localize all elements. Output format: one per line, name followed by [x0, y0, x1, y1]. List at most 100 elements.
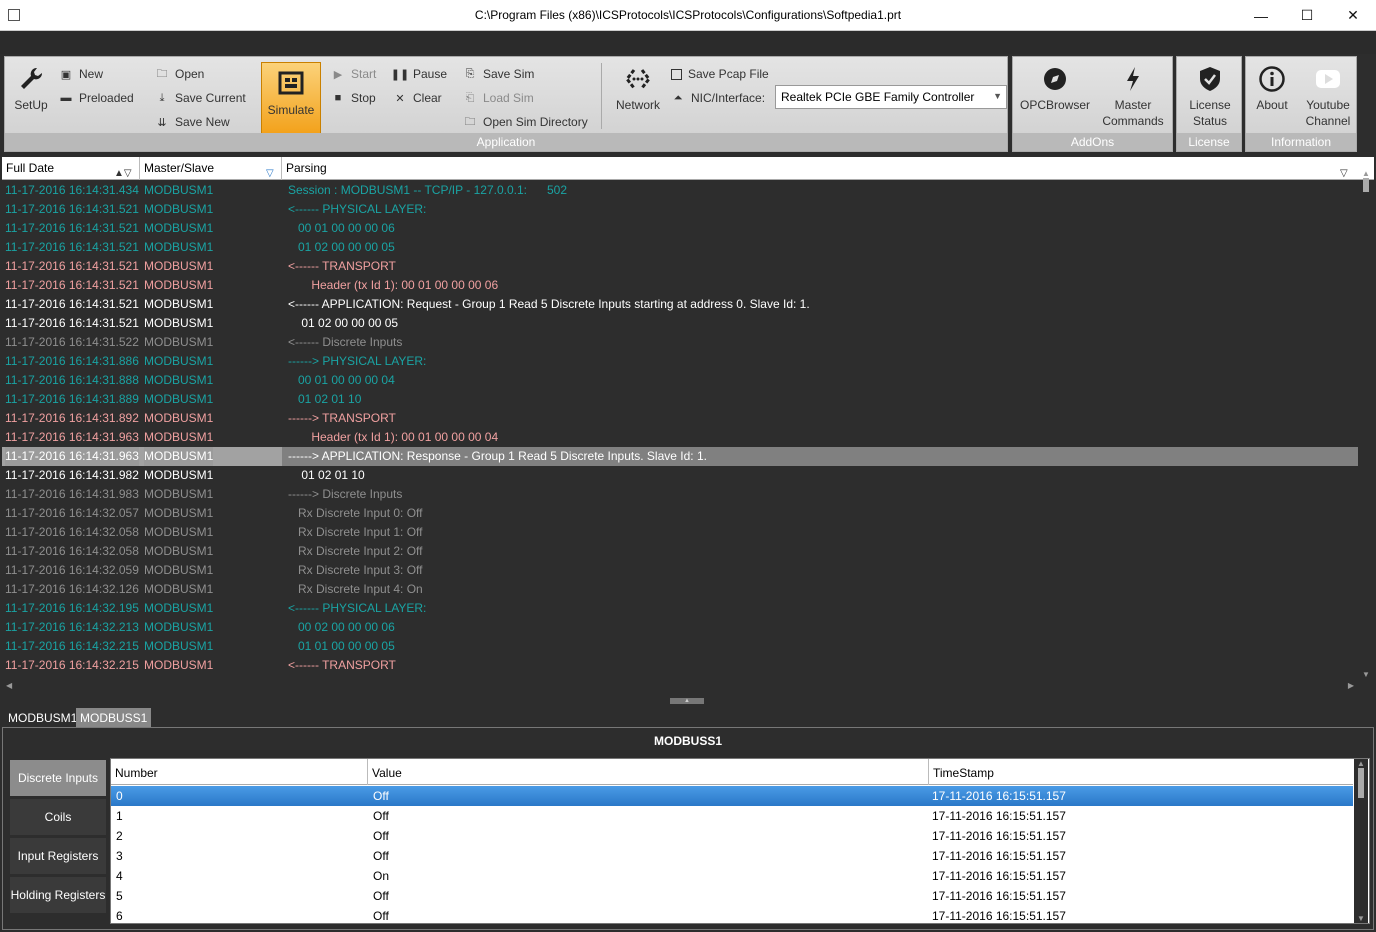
network-icon: [625, 69, 651, 89]
column-header-value[interactable]: Value: [368, 759, 929, 785]
register-row[interactable]: 0 Off 17-11-2016 16:15:51.157: [111, 786, 1353, 806]
simulate-button[interactable]: Simulate: [261, 62, 321, 134]
register-row[interactable]: 5 Off 17-11-2016 16:15:51.157: [111, 886, 1353, 906]
license-status-button[interactable]: License Status: [1181, 65, 1239, 129]
column-header-timestamp[interactable]: TimeStamp: [929, 759, 1353, 785]
save-sim-icon: ⎘: [465, 67, 475, 80]
scroll-left-icon[interactable]: ◀: [6, 681, 12, 690]
log-row[interactable]: 11-17-2016 16:14:31.963 MODBUSM1 ------> A…: [2, 447, 1358, 466]
new-button[interactable]: ▣ New: [59, 67, 103, 81]
log-row[interactable]: 11-17-2016 16:14:31.521 MODBUSM1 Header (…: [2, 276, 1358, 295]
setup-button[interactable]: SetUp: [11, 65, 51, 113]
maximize-button[interactable]: ☐: [1284, 0, 1330, 31]
open-sim-directory-label: Open Sim Directory: [483, 115, 588, 129]
scroll-down-icon[interactable]: ▼: [1354, 914, 1368, 923]
registers-table-header: Number Value TimeStamp: [111, 759, 1353, 785]
log-row[interactable]: 11-17-2016 16:14:31.892 MODBUSM1 ------> T…: [2, 409, 1358, 428]
column-header-parsing[interactable]: Parsing ▽: [282, 157, 1360, 180]
minimize-button[interactable]: —: [1238, 0, 1284, 31]
open-button[interactable]: 🗀 Open: [155, 67, 205, 81]
tab-modbuss1[interactable]: MODBUSS1: [76, 708, 152, 728]
register-row[interactable]: 3 Off 17-11-2016 16:15:51.157: [111, 846, 1353, 866]
log-row[interactable]: 11-17-2016 16:14:32.195 MODBUSM1 <------ P…: [2, 599, 1358, 618]
master-commands-button[interactable]: Master Commands: [1097, 65, 1169, 129]
panel-splitter[interactable]: ▲: [0, 694, 1376, 706]
log-row[interactable]: 11-17-2016 16:14:32.213 MODBUSM1 00 02 00…: [2, 618, 1358, 637]
register-row[interactable]: 2 Off 17-11-2016 16:15:51.157: [111, 826, 1353, 846]
log-master-slave-cell: MODBUSM1: [144, 447, 214, 466]
log-row[interactable]: 11-17-2016 16:14:31.521 MODBUSM1 01 02 00…: [2, 314, 1358, 333]
title-bar: C:\Program Files (x86)\ICSProtocols\ICSP…: [0, 0, 1376, 31]
side-tab-holding-registers[interactable]: Holding Registers: [10, 877, 106, 913]
nic-interface-select[interactable]: Realtek PCIe GBE Family Controller ▼: [775, 85, 1007, 109]
device-panel-title: MODBUSS1: [653, 734, 722, 748]
side-tab-discrete-inputs[interactable]: Discrete Inputs: [10, 760, 106, 796]
log-row[interactable]: 11-17-2016 16:14:31.521 MODBUSM1 <------ A…: [2, 295, 1358, 314]
log-row[interactable]: 11-17-2016 16:14:32.215 MODBUSM1 <------ T…: [2, 656, 1358, 675]
log-row[interactable]: 11-17-2016 16:14:31.888 MODBUSM1 00 01 00…: [2, 371, 1358, 390]
column-header-number[interactable]: Number: [111, 759, 368, 785]
stop-button[interactable]: ■ Stop: [331, 91, 376, 105]
log-row[interactable]: 11-17-2016 16:14:32.058 MODBUSM1 Rx Discr…: [2, 523, 1358, 542]
about-button[interactable]: About: [1248, 65, 1296, 113]
column-header-full-date[interactable]: Full Date ▲▽: [2, 157, 140, 180]
ribbon-group-title-information: Information: [1246, 133, 1356, 151]
log-row[interactable]: 11-17-2016 16:14:31.521 MODBUSM1 01 02 00…: [2, 238, 1358, 257]
log-row[interactable]: 11-17-2016 16:14:32.126 MODBUSM1 Rx Discr…: [2, 580, 1358, 599]
log-row[interactable]: 11-17-2016 16:14:31.963 MODBUSM1 Header (…: [2, 428, 1358, 447]
save-pcap-checkbox[interactable]: Save Pcap File: [671, 67, 769, 81]
log-row[interactable]: 11-17-2016 16:14:32.059 MODBUSM1 Rx Discr…: [2, 561, 1358, 580]
register-row[interactable]: 6 Off 17-11-2016 16:15:51.157: [111, 906, 1353, 926]
log-row[interactable]: 11-17-2016 16:14:31.522 MODBUSM1 <------ D…: [2, 333, 1358, 352]
start-button[interactable]: ▶ Start: [331, 67, 377, 81]
scroll-thumb[interactable]: [1358, 768, 1364, 798]
log-row[interactable]: 11-17-2016 16:14:32.057 MODBUSM1 Rx Discr…: [2, 504, 1358, 523]
log-date-cell: 11-17-2016 16:14:31.521: [5, 316, 139, 330]
ribbon: SetUp ▣ New ▬ Preloaded 🗀 Open ⤓ Save Curren…: [4, 54, 1372, 152]
scroll-thumb[interactable]: [1363, 178, 1369, 192]
clear-button[interactable]: ✕ Clear: [393, 91, 441, 105]
log-row[interactable]: 11-17-2016 16:14:31.521 MODBUSM1 <------ P…: [2, 200, 1358, 219]
close-button[interactable]: ✕: [1330, 0, 1376, 31]
save-new-button[interactable]: ⇊ Save New: [155, 115, 229, 129]
checkbox-icon: [671, 68, 682, 80]
save-current-button[interactable]: ⤓ Save Current: [155, 91, 246, 105]
youtube-channel-button[interactable]: Youtube Channel: [1300, 65, 1356, 129]
preloaded-button[interactable]: ▬ Preloaded: [59, 91, 134, 105]
network-button[interactable]: Network: [611, 65, 665, 113]
log-row[interactable]: 11-17-2016 16:14:31.521 MODBUSM1 00 01 00…: [2, 219, 1358, 238]
register-timestamp-cell: 17-11-2016 16:15:51.157: [932, 889, 1066, 903]
log-master-slave-cell: MODBUSM1: [144, 221, 214, 235]
log-date-cell: 11-17-2016 16:14:31.889: [5, 392, 139, 406]
save-sim-button[interactable]: ⎘ Save Sim: [463, 67, 535, 81]
log-row[interactable]: 11-17-2016 16:14:31.889 MODBUSM1 01 02 01…: [2, 390, 1358, 409]
scroll-down-icon[interactable]: ▼: [1360, 670, 1372, 679]
scroll-right-icon[interactable]: ▶: [1348, 681, 1354, 690]
log-row[interactable]: 11-17-2016 16:14:31.982 MODBUSM1 01 02 01…: [2, 466, 1358, 485]
side-tab-input-registers[interactable]: Input Registers: [10, 838, 106, 874]
log-row[interactable]: 11-17-2016 16:14:31.983 MODBUSM1 ------> D…: [2, 485, 1358, 504]
opcbrowser-button[interactable]: OPCBrowser: [1019, 65, 1091, 113]
load-sim-button[interactable]: ⎗ Load Sim: [463, 91, 534, 105]
register-row[interactable]: 4 On 17-11-2016 16:15:51.157: [111, 866, 1353, 886]
splitter-grip-icon[interactable]: ▲: [670, 698, 704, 704]
log-row[interactable]: 11-17-2016 16:14:31.434 MODBUSM1 Session :…: [2, 181, 1358, 200]
log-row[interactable]: 11-17-2016 16:14:32.215 MODBUSM1 01 01 00…: [2, 637, 1358, 656]
column-header-master-slave[interactable]: Master/Slave ▽: [140, 157, 282, 180]
log-row[interactable]: 11-17-2016 16:14:31.521 MODBUSM1 <------ T…: [2, 257, 1358, 276]
pause-icon: ❚❚: [390, 68, 410, 81]
scroll-up-icon[interactable]: ▲: [1360, 169, 1372, 178]
log-horizontal-scrollbar[interactable]: ◀ ▶: [2, 680, 1358, 694]
log-row[interactable]: 11-17-2016 16:14:32.058 MODBUSM1 Rx Discr…: [2, 542, 1358, 561]
register-row[interactable]: 1 Off 17-11-2016 16:15:51.157: [111, 806, 1353, 826]
registers-vertical-scrollbar[interactable]: ▲ ▼: [1354, 759, 1368, 923]
log-date-cell: 11-17-2016 16:14:31.892: [5, 411, 139, 425]
open-sim-directory-button[interactable]: 🗀 Open Sim Directory: [463, 115, 588, 129]
log-row[interactable]: 11-17-2016 16:14:31.886 MODBUSM1 ------> P…: [2, 352, 1358, 371]
scroll-up-icon[interactable]: ▲: [1354, 759, 1368, 768]
log-date-cell: 11-17-2016 16:14:32.058: [5, 525, 139, 539]
tab-modbusm1[interactable]: MODBUSM1: [4, 708, 81, 728]
side-tab-coils[interactable]: Coils: [10, 799, 106, 835]
pause-button[interactable]: ❚❚ Pause: [390, 67, 447, 81]
log-vertical-scrollbar[interactable]: ▲ ▼: [1360, 169, 1372, 679]
